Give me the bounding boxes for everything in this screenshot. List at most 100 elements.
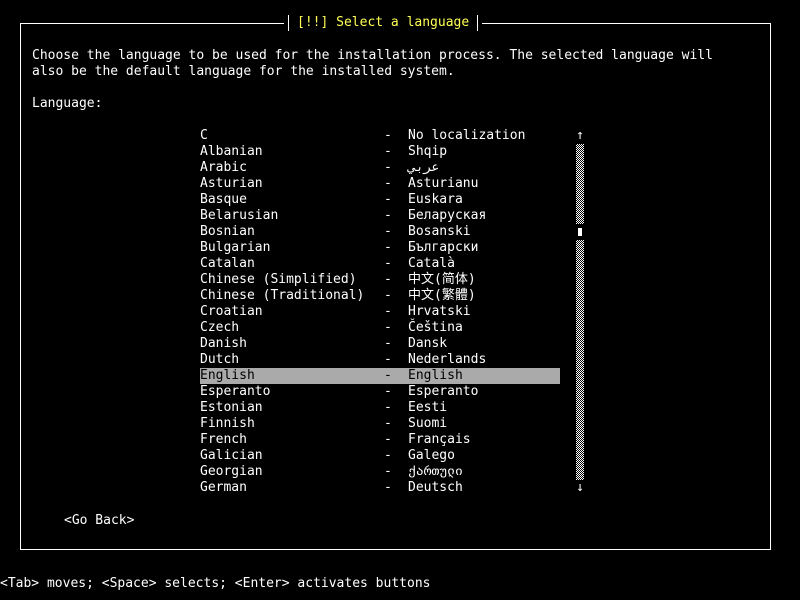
separator-dash: -	[384, 272, 392, 287]
separator-dash: -	[384, 128, 392, 143]
language-name: Arabic	[200, 160, 247, 175]
separator-dash: -	[384, 432, 392, 447]
language-name: Esperanto	[200, 384, 271, 399]
language-name: Estonian	[200, 400, 263, 415]
language-native-name: Esperanto	[408, 384, 479, 399]
language-list-item[interactable]: Czech - Čeština	[200, 320, 560, 336]
separator-dash: -	[384, 144, 392, 159]
language-name: Galician	[200, 448, 263, 463]
language-list-item[interactable]: C - No localization	[200, 128, 560, 144]
language-name: Basque	[200, 192, 247, 207]
separator-dash: -	[384, 288, 392, 303]
language-list-item[interactable]: Bosnian - Bosanski	[200, 224, 560, 240]
language-name: Chinese (Simplified)	[200, 272, 357, 287]
separator-dash: -	[384, 416, 392, 431]
separator-dash: -	[384, 480, 392, 495]
separator-dash: -	[384, 192, 392, 207]
language-name: Georgian	[200, 464, 263, 479]
separator-dash: -	[384, 368, 392, 383]
language-native-name: Dansk	[408, 336, 448, 351]
language-list-item[interactable]: Georgian - ქართული	[200, 464, 560, 480]
language-list-item[interactable]: Finnish - Suomi	[200, 416, 560, 432]
dialog-title: [!!] Select a language	[297, 15, 470, 30]
language-list-item[interactable]: Estonian - Eesti	[200, 400, 560, 416]
language-list-item[interactable]: Asturian - Asturianu	[200, 176, 560, 192]
dialog-title-bar: [!!] Select a language	[284, 15, 483, 31]
language-native-name: Asturianu	[408, 176, 479, 191]
language-native-name: Беларуская	[408, 208, 487, 223]
language-name: Czech	[200, 320, 240, 335]
language-name: C	[200, 128, 208, 143]
separator-dash: -	[384, 160, 392, 175]
language-name: Finnish	[200, 416, 255, 431]
separator-dash: -	[384, 208, 392, 223]
language-list-item[interactable]: Catalan - Català	[200, 256, 560, 272]
language-native-name: Galego	[408, 448, 455, 463]
language-name: Albanian	[200, 144, 263, 159]
language-native-name: Hrvatski	[408, 304, 471, 319]
language-name: Belarusian	[200, 208, 279, 223]
separator-dash: -	[384, 176, 392, 191]
go-back-button[interactable]: <Go Back>	[64, 513, 134, 529]
language-native-name: 中文(简体)	[408, 272, 476, 287]
language-list-item[interactable]: Belarusian - Беларуская	[200, 208, 560, 224]
language-list-item[interactable]: Bulgarian - Български	[200, 240, 560, 256]
scroll-up-arrow-icon[interactable]: ↑	[576, 128, 584, 144]
separator-dash: -	[384, 400, 392, 415]
language-native-name: No localization	[408, 128, 526, 143]
language-name: Bosnian	[200, 224, 255, 239]
language-native-name: Čeština	[408, 320, 463, 335]
language-name: French	[200, 432, 247, 447]
language-native-name: Suomi	[408, 416, 448, 431]
language-list-item[interactable]: Arabic - عربي	[200, 160, 560, 176]
language-native-name: Deutsch	[408, 480, 463, 495]
language-list-item[interactable]: Esperanto - Esperanto	[200, 384, 560, 400]
language-list-item[interactable]: Danish - Dansk	[200, 336, 560, 352]
language-native-name: English	[408, 368, 463, 383]
language-name: English	[200, 368, 255, 383]
title-right-tick	[477, 15, 479, 31]
language-name: Croatian	[200, 304, 263, 319]
description-line-2: also be the default language for the ins…	[32, 64, 455, 79]
language-name: Danish	[200, 336, 247, 351]
language-name: Bulgarian	[200, 240, 271, 255]
scrollbar-track[interactable]	[576, 144, 584, 480]
separator-dash: -	[384, 336, 392, 351]
language-native-name: Français	[408, 432, 471, 447]
language-list-item[interactable]: Galician - Galego	[200, 448, 560, 464]
language-list-item[interactable]: German - Deutsch	[200, 480, 560, 496]
language-native-name: Български	[408, 240, 479, 255]
language-native-name: 中文(繁體)	[408, 288, 476, 303]
help-line: <Tab> moves; <Space> selects; <Enter> ac…	[0, 576, 431, 591]
description-line-1: Choose the language to be used for the i…	[32, 48, 713, 63]
language-native-name: Euskara	[408, 192, 463, 207]
language-list-item[interactable]: Chinese (Traditional) - 中文(繁體)	[200, 288, 560, 304]
language-list-item[interactable]: Croatian - Hrvatski	[200, 304, 560, 320]
language-list-item[interactable]: Albanian - Shqip	[200, 144, 560, 160]
scroll-down-arrow-icon[interactable]: ↓	[576, 480, 584, 496]
language-list-item-selected[interactable]: English - English	[200, 368, 560, 384]
language-native-name: Shqip	[408, 144, 448, 159]
separator-dash: -	[384, 240, 392, 255]
scrollbar-thumb[interactable]	[578, 228, 582, 236]
language-native-name: Eesti	[408, 400, 448, 415]
separator-dash: -	[384, 384, 392, 399]
language-name: Asturian	[200, 176, 263, 191]
language-native-name: ქართული	[408, 464, 463, 479]
language-list-item[interactable]: Chinese (Simplified) - 中文(简体)	[200, 272, 560, 288]
separator-dash: -	[384, 304, 392, 319]
separator-dash: -	[384, 224, 392, 239]
language-list-item[interactable]: French - Français	[200, 432, 560, 448]
separator-dash: -	[384, 320, 392, 335]
language-list-item[interactable]: Dutch - Nederlands	[200, 352, 560, 368]
separator-dash: -	[384, 464, 392, 479]
language-list-item[interactable]: Basque - Euskara	[200, 192, 560, 208]
language-native-name: Bosanski	[408, 224, 471, 239]
separator-dash: -	[384, 448, 392, 463]
language-name: German	[200, 480, 247, 495]
separator-dash: -	[384, 256, 392, 271]
language-native-name: عربي	[408, 160, 440, 175]
language-native-name: Nederlands	[408, 352, 487, 367]
language-list-label: Language:	[32, 96, 103, 111]
language-name: Catalan	[200, 256, 255, 271]
